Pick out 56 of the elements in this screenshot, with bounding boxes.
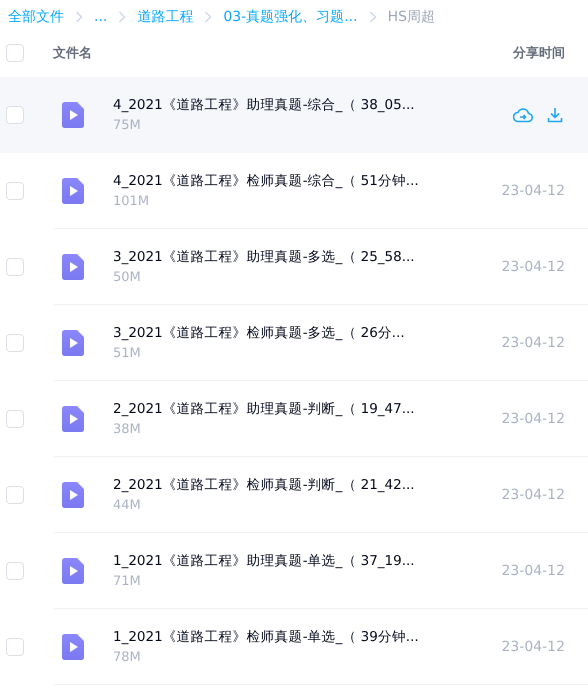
row-checkbox[interactable]	[6, 182, 24, 200]
file-name[interactable]: 2_2021《道路工程》检师真题-判断_（ 21_42...	[113, 476, 415, 494]
file-size: 75M	[113, 118, 141, 133]
file-name[interactable]: 2_2021《道路工程》助理真题-判断_（ 19_47...	[113, 400, 415, 418]
video-file-icon	[62, 178, 84, 204]
row-checkbox[interactable]	[6, 638, 24, 656]
video-file-icon	[62, 406, 84, 432]
file-row[interactable]: 3_2021《道路工程》检师真题-多选_（ 26分... 51M 23-04-12	[0, 305, 588, 381]
share-date: 23-04-12	[501, 334, 565, 350]
row-checkbox[interactable]	[6, 486, 24, 504]
file-row[interactable]: 1_2021《道路工程》助理真题-单选_（ 37_19... 71M 23-04-12	[0, 533, 588, 609]
share-date: 23-04-12	[501, 410, 565, 426]
video-file-icon	[62, 482, 84, 508]
file-name[interactable]: 4_2021《道路工程》检师真题-综合_（ 51分钟...	[113, 172, 419, 190]
file-row[interactable]: 4_2021《道路工程》检师真题-综合_（ 51分钟... 101M 23-04-12	[0, 153, 588, 229]
select-all-checkbox[interactable]	[6, 44, 24, 62]
file-name[interactable]: 3_2021《道路工程》助理真题-多选_（ 25_58...	[113, 248, 415, 266]
chevron-icon	[118, 11, 126, 23]
row-checkbox[interactable]	[6, 410, 24, 428]
file-name[interactable]: 1_2021《道路工程》助理真题-单选_（ 37_19...	[113, 552, 415, 570]
file-name[interactable]: 3_2021《道路工程》检师真题-多选_（ 26分...	[113, 324, 405, 342]
file-row[interactable]: 3_2021《道路工程》助理真题-多选_（ 25_58... 50M 23-04-12	[0, 229, 588, 305]
share-date: 23-04-12	[501, 562, 565, 578]
share-date: 23-04-12	[501, 182, 565, 198]
share-date: 23-04-12	[501, 638, 565, 654]
download-icon[interactable]	[547, 106, 563, 122]
file-name[interactable]: 1_2021《道路工程》检师真题-单选_（ 39分钟...	[113, 628, 419, 646]
video-file-icon	[62, 634, 84, 660]
file-row[interactable]: 4_2021《道路工程》助理真题-综合_（ 38_05... 75M	[0, 77, 588, 153]
chevron-icon	[75, 11, 83, 23]
file-row[interactable]: 2_2021《道路工程》检师真题-判断_（ 21_42... 44M 23-04-12	[0, 457, 588, 533]
column-header: 文件名	[53, 44, 92, 62]
file-size: 78M	[113, 650, 141, 665]
row-checkbox[interactable]	[6, 258, 24, 276]
file-row[interactable]: 2_2021《道路工程》助理真题-判断_（ 19_47... 38M 23-04-12	[0, 381, 588, 457]
video-file-icon	[62, 254, 84, 280]
file-size: 51M	[113, 346, 141, 361]
file-name[interactable]: 4_2021《道路工程》助理真题-综合_（ 38_05...	[113, 96, 415, 114]
chevron-icon	[204, 11, 212, 23]
file-size: 38M	[113, 422, 141, 437]
row-checkbox[interactable]	[6, 106, 24, 124]
video-file-icon	[62, 330, 84, 356]
cloud-save-icon[interactable]	[513, 106, 533, 122]
share-date: 23-04-12	[501, 486, 565, 502]
file-size: 101M	[113, 194, 150, 209]
file-size: 50M	[113, 270, 141, 285]
share-date: 23-04-12	[501, 258, 565, 274]
file-size: 44M	[113, 498, 141, 513]
column-header: 分享时间	[513, 44, 565, 62]
file-size: 71M	[113, 574, 141, 589]
row-checkbox[interactable]	[6, 334, 24, 352]
video-file-icon	[62, 558, 84, 584]
chevron-icon	[368, 11, 377, 23]
video-file-icon	[62, 102, 84, 128]
row-checkbox[interactable]	[6, 562, 24, 580]
file-row[interactable]: 1_2021《道路工程》检师真题-单选_（ 39分钟... 78M 23-04-12	[0, 609, 588, 685]
